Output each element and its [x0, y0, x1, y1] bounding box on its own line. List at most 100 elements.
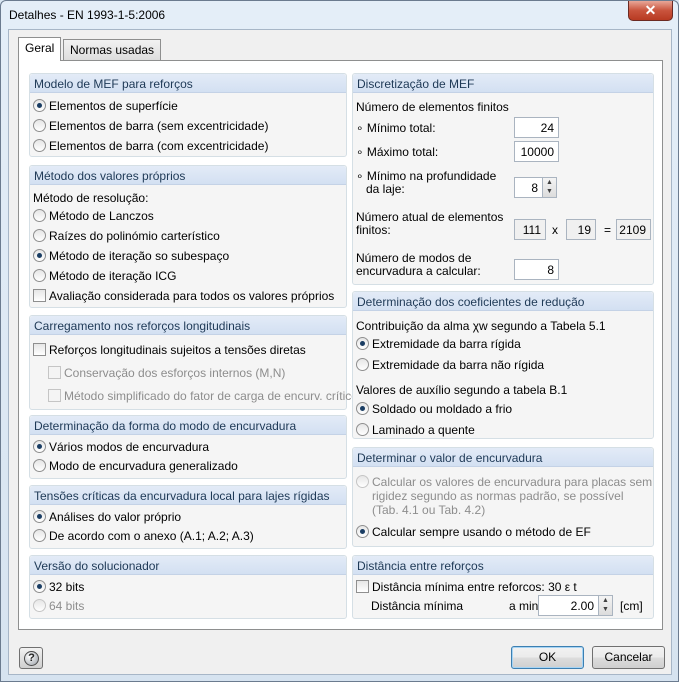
cancel-button[interactable]: Cancelar	[592, 646, 665, 669]
group-header: Distância entre reforços	[353, 556, 653, 575]
actual-count-label-2: finitos:	[356, 223, 391, 237]
radio-icon	[33, 229, 46, 242]
modes-count-label: Número de modos de	[356, 251, 472, 265]
actual-count-total: 2109	[616, 219, 651, 240]
group-header: Discretização de MEF	[353, 74, 653, 93]
min-distance-input[interactable]: 2.00	[538, 595, 599, 616]
radio-generalized-mode[interactable]: Modo de encurvadura generalizado	[33, 459, 238, 473]
radio-selected-icon	[356, 525, 369, 538]
tab-geral[interactable]: Geral	[18, 37, 62, 61]
checkbox-direct-stresses[interactable]: Reforços longitudinais sujeitos a tensõe…	[33, 343, 306, 357]
spin-up-icon[interactable]: ▲	[543, 178, 556, 187]
ok-button[interactable]: OK	[511, 646, 584, 669]
radio-icon	[33, 119, 46, 132]
group-header: Tensões críticas da encurvadura local pa…	[30, 486, 346, 505]
checkbox-icon	[48, 366, 61, 379]
modes-count-label-2: encurvadura a calcular:	[356, 264, 481, 278]
checkbox-icon	[356, 580, 369, 593]
actual-count-a: 111	[514, 219, 546, 240]
radio-multiple-modes[interactable]: Vários modos de encurvadura	[33, 440, 209, 454]
radio-selected-icon	[33, 510, 46, 523]
group-fem-model: Modelo de MEF para reforços Elementos de…	[29, 73, 347, 157]
radio-surface-elements[interactable]: Elementos de superfície	[33, 99, 178, 113]
radio-eigenvalue-analysis[interactable]: Análises do valor próprio	[33, 510, 181, 524]
web-contribution-label: Contribuição da alma χw segundo a Tabela…	[356, 319, 606, 333]
radio-icon	[33, 529, 46, 542]
unit-label: [cm]	[620, 599, 643, 613]
radio-always-fe[interactable]: Calcular sempre usando o método de EF	[356, 525, 591, 539]
checkbox-icon	[33, 343, 46, 356]
radio-selected-icon	[33, 99, 46, 112]
max-total-label: ∘ Máximo total:	[356, 145, 439, 159]
radio-selected-icon	[356, 337, 369, 350]
times-symbol: x	[552, 223, 558, 237]
min-total-label: ∘ Mínimo total:	[356, 121, 436, 135]
checkbox-icon	[33, 289, 46, 302]
min-distance-spinner[interactable]: ▲ ▼	[598, 595, 613, 616]
radio-icon	[33, 269, 46, 282]
radio-welded-cold-formed[interactable]: Soldado ou moldado a frio	[356, 402, 512, 416]
checkbox-icon	[48, 389, 61, 402]
radio-lanczos[interactable]: Método de Lanczos	[33, 209, 154, 223]
spin-up-icon[interactable]: ▲	[599, 596, 612, 605]
standard-values-label-2: rigidez segundo as normas padrão, se pos…	[372, 489, 624, 503]
max-total-input[interactable]: 10000	[514, 141, 559, 162]
group-header: Determinação dos coeficientes de redução	[353, 292, 653, 311]
group-solver-version: Versão do solucionador 32 bits 64 bits	[29, 555, 347, 619]
tab-panel-geral: Modelo de MEF para reforços Elementos de…	[18, 60, 663, 630]
radio-icon	[33, 139, 46, 152]
radio-icon	[33, 459, 46, 472]
checkbox-conservation-forces[interactable]: Conservação dos esforços internos (M,N)	[48, 366, 285, 380]
actual-count-b: 19	[566, 219, 596, 240]
radio-subspace-iteration[interactable]: Método de iteração so subespaço	[33, 249, 229, 263]
spin-down-icon[interactable]: ▼	[599, 605, 612, 614]
radio-icon	[33, 599, 46, 612]
solve-method-label: Método de resolução:	[33, 191, 149, 205]
group-eigen-method: Método dos valores próprios Método de re…	[29, 165, 347, 308]
radio-annex[interactable]: De acordo com o anexo (A.1; A.2; A.3)	[33, 529, 254, 543]
min-total-input[interactable]: 24	[514, 117, 559, 138]
min-distance-label: Distância mínima	[371, 599, 464, 613]
group-header: Método dos valores próprios	[30, 166, 346, 185]
radio-icon	[356, 475, 369, 488]
radio-polynomial-roots[interactable]: Raízes do polinómio carterístico	[33, 229, 220, 243]
group-stiffener-distance: Distância entre reforços Distância mínim…	[352, 555, 654, 619]
radio-member-no-eccentricity[interactable]: Elementos de barra (sem excentricidade)	[33, 119, 268, 133]
radio-hot-rolled[interactable]: Laminado a quente	[356, 423, 475, 437]
group-reduction-coefficients: Determinação dos coeficientes de redução…	[352, 291, 654, 439]
group-header: Carregamento nos reforços longitudinais	[30, 316, 346, 335]
aux-values-label: Valores de auxílio segundo a tabela B.1	[356, 383, 568, 397]
radio-64-bits[interactable]: 64 bits	[33, 599, 84, 613]
title-bar: Detalhes - EN 1993-1-5:2006 ✕	[1, 1, 678, 29]
fe-count-label: Número de elementos finitos	[356, 100, 509, 114]
group-header: Determinar o valor de encurvadura	[353, 448, 653, 467]
group-mode-shape: Determinação da forma do modo de encurva…	[29, 415, 347, 479]
help-icon: ?	[24, 651, 39, 666]
radio-standard-values[interactable]: Calcular os valores de encurvadura para …	[356, 475, 652, 489]
radio-member-eccentricity[interactable]: Elementos de barra (com excentricidade)	[33, 139, 268, 153]
group-fem-discretization: Discretização de MEF Número de elementos…	[352, 73, 654, 285]
radio-selected-icon	[33, 580, 46, 593]
radio-rigid-end[interactable]: Extremidade da barra rígida	[356, 337, 521, 351]
modes-count-input[interactable]: 8	[514, 259, 559, 280]
min-depth-input[interactable]: 8	[514, 177, 543, 198]
group-header: Modelo de MEF para reforços	[30, 74, 346, 93]
radio-selected-icon	[356, 402, 369, 415]
radio-non-rigid-end[interactable]: Extremidade da barra não rígida	[356, 358, 544, 372]
checkbox-min-distance[interactable]: Distância mínima entre reforcos: 30 ε t	[356, 580, 577, 594]
checkbox-all-eigenvalues[interactable]: Avaliação considerada para todos os valo…	[33, 289, 334, 303]
group-header: Determinação da forma do modo de encurva…	[30, 416, 346, 435]
spin-down-icon[interactable]: ▼	[543, 187, 556, 196]
radio-32-bits[interactable]: 32 bits	[33, 580, 84, 594]
group-buckling-value: Determinar o valor de encurvadura Calcul…	[352, 447, 654, 547]
tab-normas-usadas[interactable]: Normas usadas	[63, 39, 162, 61]
min-depth-spinner[interactable]: ▲ ▼	[542, 177, 557, 198]
window-title: Detalhes - EN 1993-1-5:2006	[9, 8, 166, 22]
help-button[interactable]: ?	[19, 647, 43, 669]
equals-symbol: =	[604, 223, 612, 237]
standard-values-label-3: (Tab. 4.1 ou Tab. 4.2)	[372, 503, 486, 517]
radio-icg-iteration[interactable]: Método de iteração ICG	[33, 269, 176, 283]
close-button[interactable]: ✕	[628, 1, 673, 21]
checkbox-simplified-method[interactable]: Método simplificado do fator de carga de…	[48, 389, 358, 403]
radio-icon	[356, 423, 369, 436]
